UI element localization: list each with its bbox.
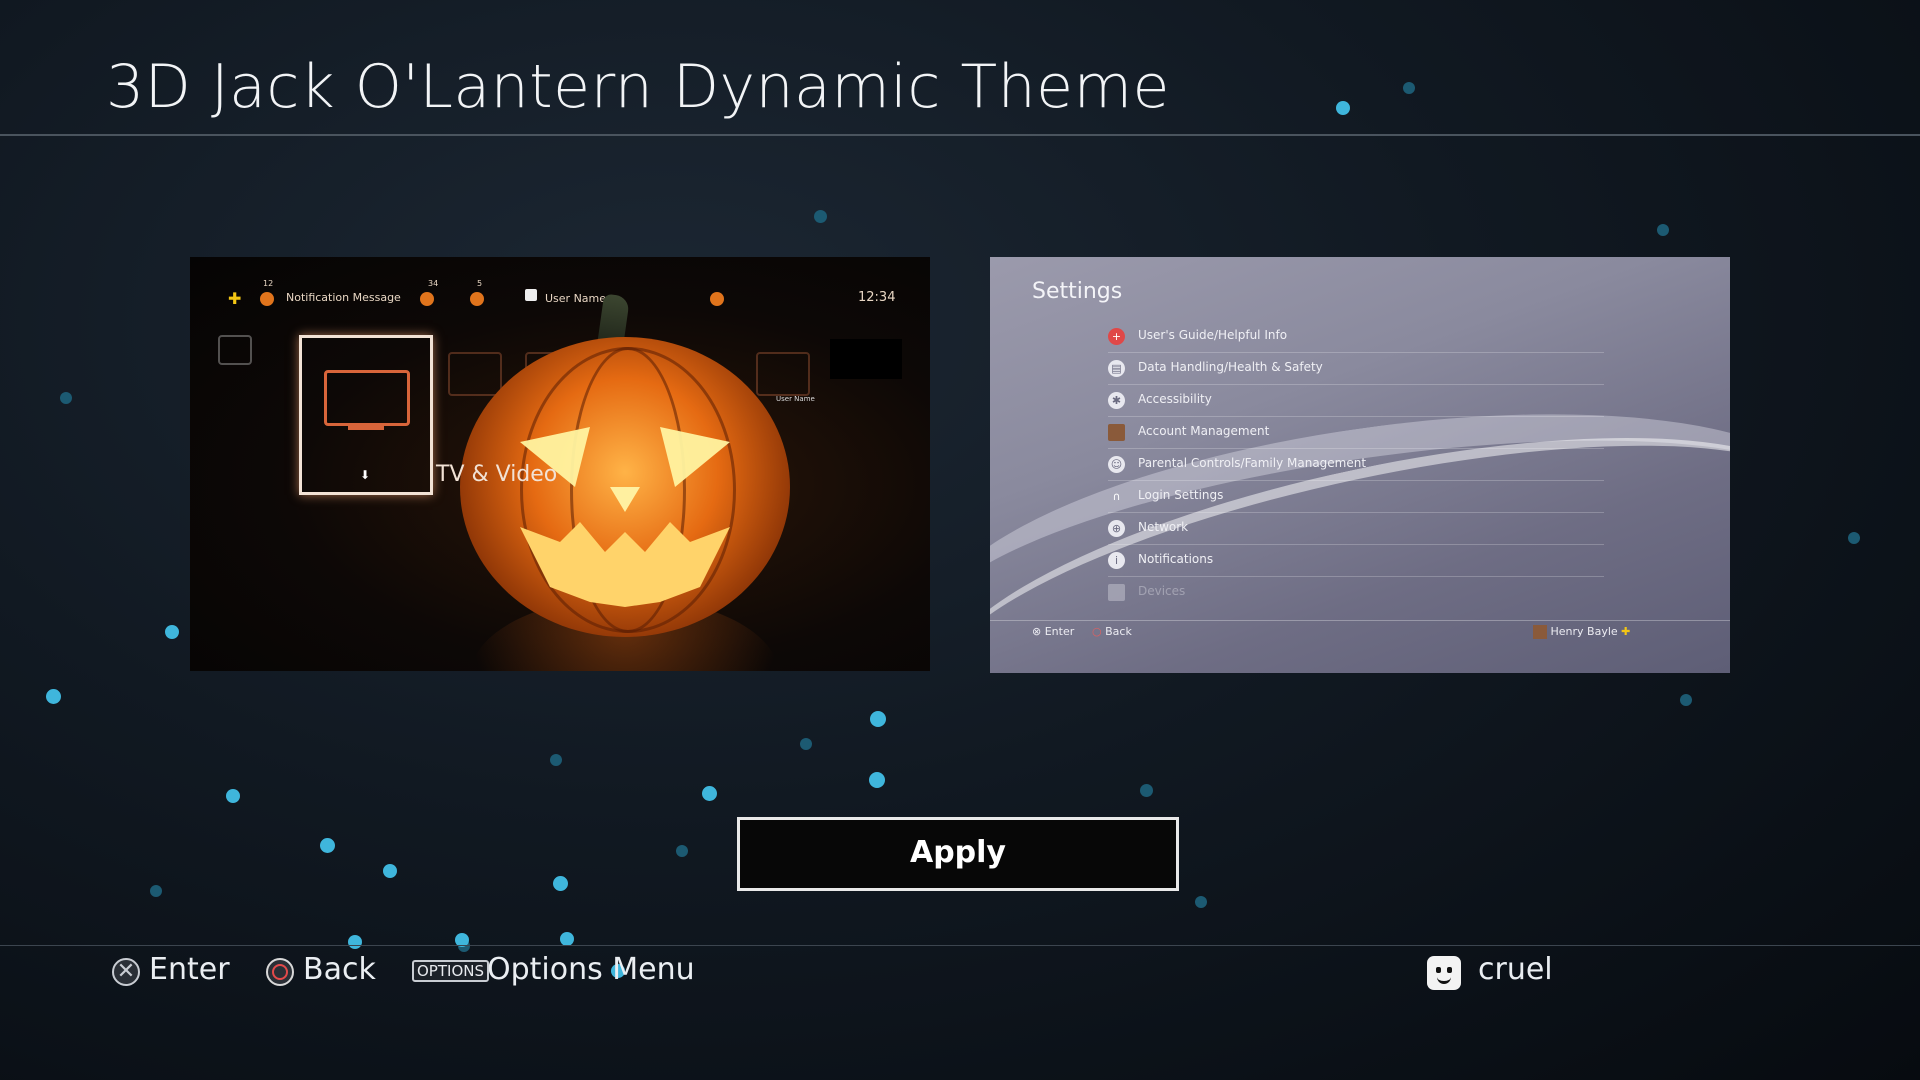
settings-item: Devices [1108,577,1604,608]
preview-clock: 12:34 [858,290,896,305]
controller-icon [218,335,252,365]
particle [226,789,240,803]
particle [702,786,717,801]
settings-item: Account Management [1108,417,1604,449]
settings-item: ∩ Login Settings [1108,481,1604,513]
particle [800,738,812,750]
trophy-icon [710,292,724,306]
login-icon: ∩ [1112,490,1121,503]
particle [1657,224,1669,236]
user-avatar-icon [1533,625,1547,639]
download-arrow-icon: ⬇ [360,468,371,482]
circle-button-icon [266,958,294,986]
settings-item: ☺ Parental Controls/Family Management [1108,449,1604,481]
pumpkin-face [520,427,730,607]
particle [1140,784,1153,797]
particle [383,864,397,878]
particle [814,210,827,223]
settings-title: Settings [1032,279,1123,304]
small-user-label: User Name [776,395,815,403]
flag-icon [470,292,484,306]
theme-preview-home: ✚ 12 Notification Message 34 5 User Name… [190,257,930,671]
particle [1848,532,1860,544]
particle [1403,82,1415,94]
particle [553,876,568,891]
friends-icon [420,292,434,306]
account-avatar-icon [1108,424,1125,441]
settings-item: ✱ Accessibility [1108,385,1604,417]
settings-item: ▤ Data Handling/Health & Safety [1108,353,1604,385]
particle [1195,896,1207,908]
plus-icon: ✚ [228,289,242,308]
accessibility-icon: ✱ [1108,392,1125,409]
globe-icon: ⊕ [1108,520,1125,537]
user-avatar-icon [1427,956,1461,990]
settings-footer-back: ○ Back [1092,625,1132,638]
particle [1336,101,1350,115]
preview-status-bar: ✚ 12 Notification Message 34 5 User Name… [190,279,930,313]
cross-button-icon: ✕ [112,958,140,986]
jack-o-lantern [460,337,790,637]
tv-icon [324,370,410,426]
focused-tile-tv-video: ⬇ [299,335,433,495]
options-button-icon: OPTIONS [412,960,489,982]
notification-icon [260,292,274,306]
preview-user-name: User Name [545,292,607,305]
particle [676,845,688,857]
settings-item: ⊕ Network [1108,513,1604,545]
footer-options-label: Options Menu [487,952,695,987]
settings-footer-user: Henry Bayle ✚ [1533,625,1630,639]
help-icon: + [1108,328,1125,345]
particle [550,754,562,766]
settings-item: i Notifications [1108,545,1604,577]
app-tile-dark [830,339,902,379]
settings-footer-divider [990,620,1730,621]
info-icon: i [1108,552,1125,569]
page-title: 3D Jack O'Lantern Dynamic Theme [106,52,1170,122]
particle [560,932,574,946]
particle [869,772,885,788]
user-face-icon [525,289,537,301]
parental-controls-icon: ☺ [1108,456,1125,473]
plus-icon: ✚ [1621,625,1631,638]
focused-tile-label: TV & Video [436,462,558,487]
devices-icon [1108,584,1125,601]
document-icon: ▤ [1108,360,1125,377]
settings-item: + User's Guide/Helpful Info [1108,321,1604,353]
flag-count: 5 [477,279,483,288]
particle [320,838,335,853]
notification-label: Notification Message [286,291,401,304]
particle [60,392,72,404]
footer-user-name: cruel [1478,952,1553,987]
particle [1680,694,1692,706]
header-divider [0,134,1920,136]
apply-button[interactable]: Apply [737,817,1179,891]
particle [165,625,179,639]
footer-back-label: Back [303,952,376,987]
friends-count: 34 [428,279,439,288]
footer-enter-label: Enter [149,952,230,987]
footer-divider [0,945,1920,946]
particle [46,689,61,704]
particle [150,885,162,897]
settings-footer-enter: ⊗ Enter [1032,625,1075,638]
notification-count: 12 [263,279,274,288]
particle [870,711,886,727]
particle [348,935,362,949]
theme-preview-settings: Settings + User's Guide/Helpful Info ▤ Dat… [990,257,1730,673]
